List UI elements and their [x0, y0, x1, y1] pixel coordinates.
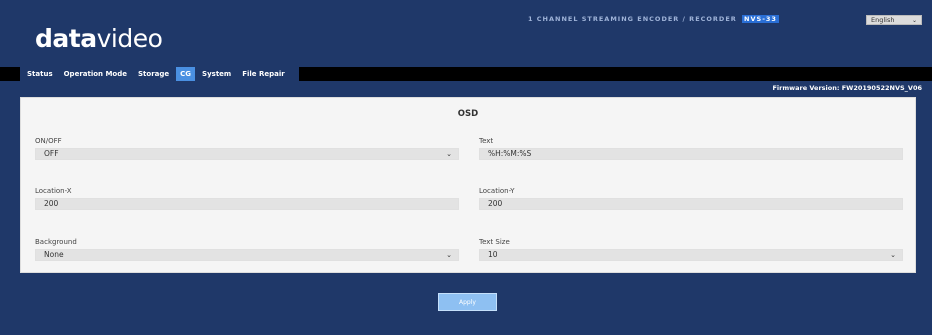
tab-system[interactable]: System	[198, 67, 235, 81]
tab-operation-mode[interactable]: Operation Mode	[60, 67, 131, 81]
onoff-value: OFF	[44, 149, 59, 158]
language-select[interactable]: English ⌄	[866, 15, 922, 25]
tab-storage[interactable]: Storage	[134, 67, 173, 81]
location-y-label: Location-Y	[479, 187, 515, 195]
background-select[interactable]: None ⌄	[35, 249, 459, 261]
text-label: Text	[479, 137, 494, 145]
text-input[interactable]: %H:%M:%S	[479, 148, 903, 160]
model-badge: NVS-33	[742, 15, 779, 23]
product-title-text: 1 CHANNEL STREAMING ENCODER / RECORDER	[528, 15, 737, 23]
firmware-version: Firmware Version: FW20190522NVS_V06	[772, 84, 922, 92]
panel-title: OSD	[457, 109, 479, 119]
location-x-label: Location-X	[35, 187, 72, 195]
location-y-value: 200	[488, 199, 503, 208]
logo-text-bold: data	[35, 24, 97, 53]
location-y-input[interactable]: 200	[479, 198, 903, 210]
tab-file-repair[interactable]: File Repair	[238, 67, 289, 81]
tab-cg[interactable]: CG	[176, 67, 196, 81]
text-size-label: Text Size	[479, 238, 510, 246]
text-value: %H:%M:%S	[488, 149, 532, 158]
onoff-label: ON/OFF	[35, 137, 62, 145]
product-title: 1 CHANNEL STREAMING ENCODER / RECORDER N…	[528, 15, 779, 23]
background-label: Background	[35, 238, 77, 246]
background-value: None	[44, 250, 64, 259]
osd-panel: OSD ON/OFF OFF ⌄ Text %H:%M:%S Location-…	[20, 97, 916, 273]
location-x-input[interactable]: 200	[35, 198, 459, 210]
chevron-down-icon: ⌄	[446, 150, 452, 158]
datavideo-logo: datavideo	[35, 24, 163, 53]
logo-text-light: video	[96, 24, 163, 53]
tab-status[interactable]: Status	[23, 67, 57, 81]
onoff-select[interactable]: OFF ⌄	[35, 148, 459, 160]
text-size-value: 10	[488, 250, 498, 259]
chevron-down-icon: ⌄	[911, 16, 917, 24]
apply-button[interactable]: Apply	[438, 293, 497, 311]
text-size-select[interactable]: 10 ⌄	[479, 249, 903, 261]
language-value: English	[871, 16, 895, 24]
location-x-value: 200	[44, 199, 59, 208]
chevron-down-icon: ⌄	[446, 251, 452, 259]
nav-tabs: Status Operation Mode Storage CG System …	[20, 67, 299, 81]
chevron-down-icon: ⌄	[890, 251, 896, 259]
